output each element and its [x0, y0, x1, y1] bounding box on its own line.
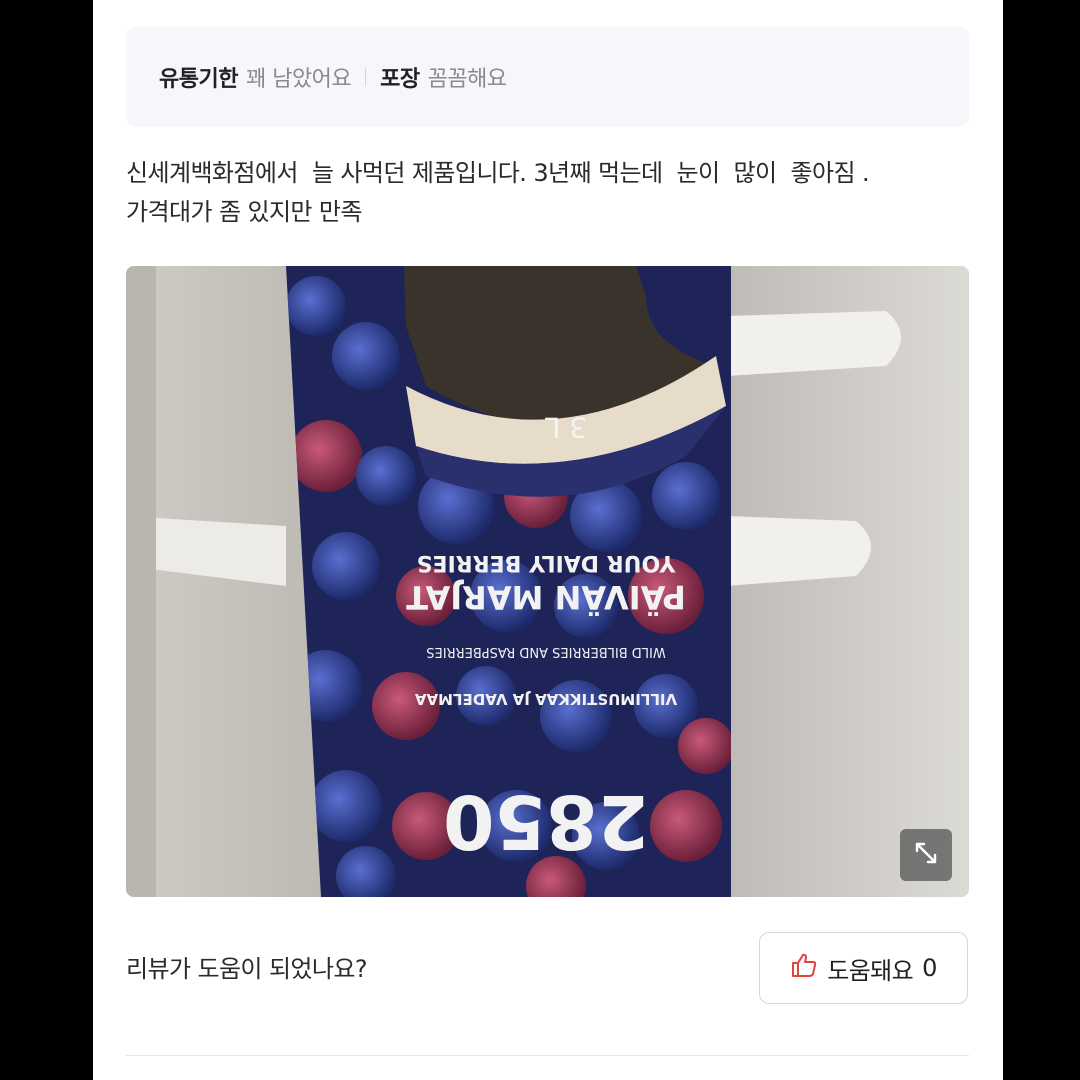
- attribute-key-packaging: 포장: [380, 67, 420, 92]
- helpful-count: 0: [922, 954, 937, 982]
- package-volume-text: 3 L: [544, 411, 587, 444]
- package-tagline-text: YOUR DAILY BERRIES: [417, 550, 677, 575]
- helpful-button-label: 도움돼요: [827, 956, 914, 985]
- attribute-divider: [365, 68, 367, 86]
- attribute-key-expiry: 유통기한: [159, 67, 238, 92]
- attribute-value-packaging: 꼼꼼해요: [427, 67, 507, 92]
- attribute-value-expiry: 꽤 남았어요: [245, 67, 352, 92]
- package-price-text: 2850: [443, 778, 649, 864]
- expand-button[interactable]: [900, 829, 952, 881]
- thumbs-up-icon: [790, 951, 818, 985]
- package-desc-en-text: WILD BILBERRIES AND RASPBERRIES: [426, 644, 665, 659]
- review-attributes: 유통기한 꽤 남았어요 포장 꼼꼼해요: [126, 27, 969, 127]
- expand-arrows-icon: [912, 839, 940, 871]
- package-desc-fi-text: VILLIMUSTIKKAA JA VADELMAA: [414, 690, 677, 708]
- helpful-question: 리뷰가 도움이 되었나요?: [126, 955, 368, 983]
- review-text: 신세계백화점에서 늘 사먹던 제품입니다. 3년째 먹는데 눈이 많이 좋아짐 …: [126, 159, 870, 226]
- helpful-button[interactable]: 도움돼요 0: [759, 932, 968, 1004]
- review-card: 유통기한 꽤 남았어요 포장 꼼꼼해요 신세계백화점에서 늘 사먹던 제품입니다…: [93, 0, 1003, 1080]
- review-photo[interactable]: 3 L YOUR DAILY BERRIES PÄIVÄN MARJAT WIL…: [126, 266, 969, 897]
- package-brand-text: PÄIVÄN MARJAT: [406, 578, 686, 616]
- section-divider: [126, 1055, 969, 1056]
